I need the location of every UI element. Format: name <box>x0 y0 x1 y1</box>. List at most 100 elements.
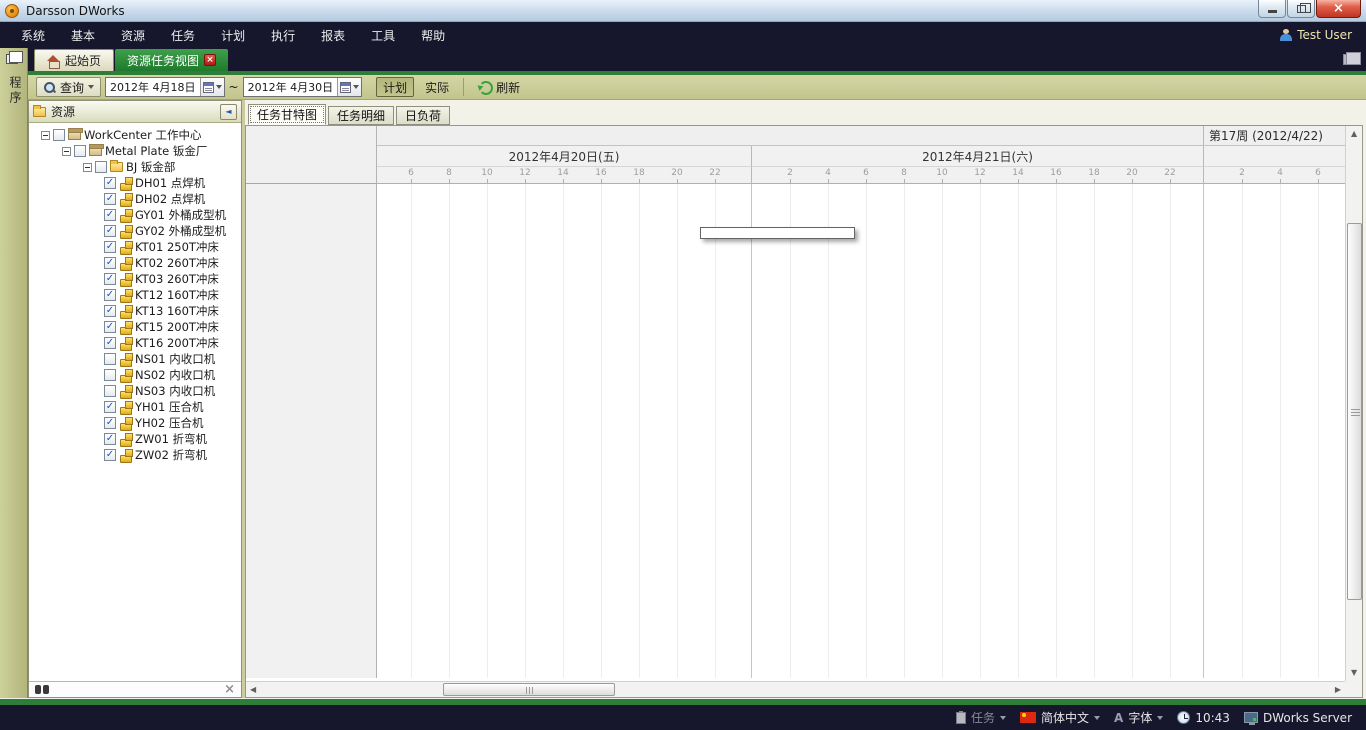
collapse-panel-button[interactable]: ◄ <box>220 104 237 120</box>
tree-node[interactable]: WorkCenter 工作中心 <box>29 127 241 143</box>
tree-checkbox[interactable]: ✓ <box>104 417 116 429</box>
tree-expander-icon[interactable] <box>41 131 50 140</box>
tree-checkbox[interactable]: ✓ <box>104 449 116 461</box>
tree-node[interactable]: ✓YH01 压合机 <box>29 399 241 415</box>
gridline <box>904 184 905 678</box>
tree-node[interactable]: ✓KT12 160T冲床 <box>29 287 241 303</box>
tree-node[interactable]: NS02 内收口机 <box>29 367 241 383</box>
tree-checkbox[interactable] <box>95 161 107 173</box>
tree-node[interactable]: ✓KT13 160T冲床 <box>29 303 241 319</box>
menu-item[interactable]: 执行 <box>258 22 308 48</box>
tree-checkbox[interactable] <box>53 129 65 141</box>
restore-button[interactable] <box>1287 0 1315 18</box>
menu-item[interactable]: 报表 <box>308 22 358 48</box>
tree-checkbox[interactable] <box>104 353 116 365</box>
menu-item[interactable]: 系统 <box>8 22 58 48</box>
tree-checkbox[interactable] <box>104 385 116 397</box>
view-tab[interactable]: 任务甘特图 <box>248 104 326 125</box>
plan-toggle-button[interactable]: 计划 <box>376 77 414 97</box>
tree-node[interactable]: ✓KT16 200T冲床 <box>29 335 241 351</box>
clear-filter-icon[interactable]: × <box>224 683 235 696</box>
gridline <box>980 184 981 678</box>
tree-expander-icon[interactable] <box>62 147 71 156</box>
date-from-picker[interactable]: 2012年 4月18日 <box>105 77 225 97</box>
scroll-down-icon[interactable]: ▼ <box>1351 669 1357 677</box>
tab-home-page[interactable]: 起始页 <box>34 49 114 71</box>
tree-node-label: KT03 260T冲床 <box>135 271 219 287</box>
tree-checkbox[interactable] <box>104 369 116 381</box>
tab-resource-task-view[interactable]: 资源任务视图 × <box>115 49 228 71</box>
status-font-menu[interactable]: A 字体 <box>1114 709 1163 726</box>
tree-checkbox[interactable]: ✓ <box>104 289 116 301</box>
hour-tick <box>980 179 981 183</box>
tree-checkbox[interactable]: ✓ <box>104 257 116 269</box>
tree-node[interactable]: NS01 内收口机 <box>29 351 241 367</box>
horizontal-scroll-thumb[interactable] <box>443 683 615 696</box>
scroll-up-icon[interactable]: ▲ <box>1351 130 1357 138</box>
program-panel-label[interactable]: 程序 <box>7 76 24 106</box>
tree-checkbox[interactable]: ✓ <box>104 433 116 445</box>
minimize-button[interactable] <box>1258 0 1286 18</box>
close-button[interactable]: × <box>1316 0 1361 18</box>
refresh-button[interactable]: 刷新 <box>471 77 527 97</box>
menu-item[interactable]: 资源 <box>108 22 158 48</box>
tree-checkbox[interactable] <box>74 145 86 157</box>
status-server-label: DWorks Server <box>1263 711 1352 725</box>
view-tab[interactable]: 日负荷 <box>396 106 450 125</box>
tab-close-icon[interactable]: × <box>204 54 216 66</box>
hour-tick <box>411 179 412 183</box>
gridline <box>1132 184 1133 678</box>
tree-checkbox[interactable]: ✓ <box>104 225 116 237</box>
tree-node[interactable]: ✓DH02 点焊机 <box>29 191 241 207</box>
tree-checkbox[interactable]: ✓ <box>104 193 116 205</box>
menu-item[interactable]: 基本 <box>58 22 108 48</box>
program-panel-icon[interactable] <box>6 54 18 64</box>
tree-node[interactable]: ✓GY02 外桶成型机 <box>29 223 241 239</box>
menu-item[interactable]: 帮助 <box>408 22 458 48</box>
window-list-icon[interactable] <box>1343 54 1356 65</box>
tree-checkbox[interactable]: ✓ <box>104 305 116 317</box>
scroll-left-icon[interactable]: ◀ <box>250 686 256 694</box>
tree-checkbox[interactable]: ✓ <box>104 273 116 285</box>
tree-node[interactable]: ✓YH02 压合机 <box>29 415 241 431</box>
tree-node[interactable]: ✓DH01 点焊机 <box>29 175 241 191</box>
vertical-scroll-thumb[interactable] <box>1347 223 1362 600</box>
title-bar[interactable]: Darsson DWorks × <box>0 0 1366 22</box>
hour-label: 10 <box>936 168 947 178</box>
date-to-calendar-button[interactable] <box>337 78 361 96</box>
date-to-picker[interactable]: 2012年 4月30日 <box>243 77 363 97</box>
tree-node[interactable]: BJ 钣金部 <box>29 159 241 175</box>
tree-node[interactable]: ✓ZW01 折弯机 <box>29 431 241 447</box>
tree-checkbox[interactable]: ✓ <box>104 241 116 253</box>
view-tab[interactable]: 任务明细 <box>328 106 394 125</box>
tree-node[interactable]: ✓KT02 260T冲床 <box>29 255 241 271</box>
query-button[interactable]: 查询 <box>36 77 101 97</box>
menu-item[interactable]: 计划 <box>208 22 258 48</box>
menu-item[interactable]: 工具 <box>358 22 408 48</box>
status-task-menu[interactable]: 任务 <box>956 709 1006 726</box>
menu-item[interactable]: 任务 <box>158 22 208 48</box>
tree-checkbox[interactable]: ✓ <box>104 337 116 349</box>
scroll-right-icon[interactable]: ▶ <box>1335 686 1341 694</box>
toolbar: 查询 2012年 4月18日 ~ 2012年 4月30日 计划 实际 <box>28 75 1366 100</box>
tree-node[interactable]: ✓ KT03 260T冲床 <box>29 271 241 287</box>
tree-expander-icon[interactable] <box>83 163 92 172</box>
tree-node[interactable]: ✓GY01 外桶成型机 <box>29 207 241 223</box>
tree-node[interactable]: NS03 内收口机 <box>29 383 241 399</box>
date-from-calendar-button[interactable] <box>200 78 224 96</box>
find-icon[interactable] <box>35 685 49 694</box>
status-language-menu[interactable]: 简体中文 <box>1020 709 1100 726</box>
tree-checkbox[interactable]: ✓ <box>104 401 116 413</box>
gantt-horizontal-scrollbar[interactable]: ◀ ▶ <box>246 681 1345 697</box>
tree-checkbox[interactable]: ✓ <box>104 177 116 189</box>
gantt-vertical-scrollbar[interactable]: ▲ ▼ <box>1345 126 1362 681</box>
tree-checkbox[interactable]: ✓ <box>104 321 116 333</box>
user-indicator[interactable]: Test User <box>1280 22 1352 48</box>
tree-checkbox[interactable]: ✓ <box>104 209 116 221</box>
actual-toggle-button[interactable]: 实际 <box>418 77 456 97</box>
tree-node[interactable]: ✓ZW02 折弯机 <box>29 447 241 463</box>
gantt-day-header: 2012年4月21日(六) <box>751 146 1203 167</box>
tree-node[interactable]: Metal Plate 钣金厂 <box>29 143 241 159</box>
tree-node[interactable]: ✓KT01 250T冲床 <box>29 239 241 255</box>
tree-node[interactable]: ✓KT15 200T冲床 <box>29 319 241 335</box>
